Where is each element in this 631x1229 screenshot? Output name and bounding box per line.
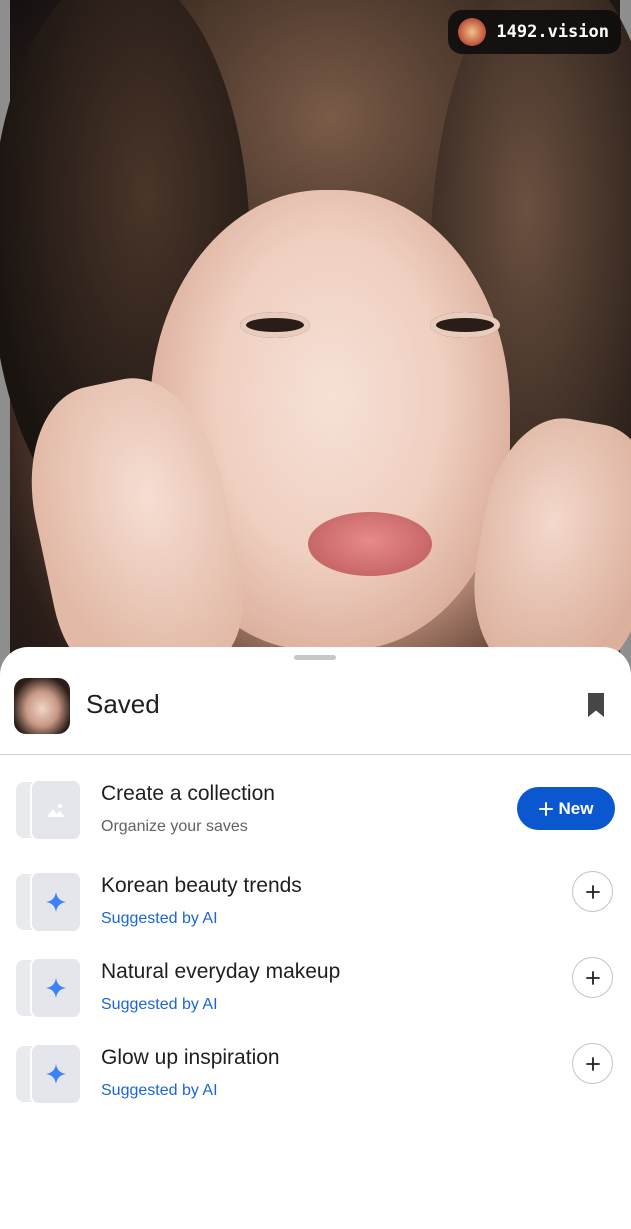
create-collection-subtitle: Organize your saves bbox=[101, 818, 248, 835]
collection-stack-icon bbox=[14, 956, 84, 1020]
collection-stack-icon bbox=[14, 778, 84, 842]
plus-icon bbox=[538, 801, 553, 816]
plus-icon bbox=[585, 884, 600, 899]
sparkle-icon bbox=[46, 1064, 66, 1084]
suggestion-subtitle: Suggested by AI bbox=[101, 910, 218, 927]
pin-thumbnail bbox=[14, 678, 70, 734]
new-button-label: New bbox=[558, 798, 594, 818]
collection-stack-icon bbox=[14, 870, 84, 934]
suggestion-subtitle: Suggested by AI bbox=[101, 1082, 218, 1099]
watermark-text: 1492.vision bbox=[496, 22, 609, 42]
add-to-collection-button[interactable] bbox=[572, 1043, 613, 1084]
add-to-collection-button[interactable] bbox=[572, 871, 613, 912]
watermark-badge: 1492.vision bbox=[448, 10, 621, 54]
suggested-collection-row[interactable]: Natural everyday makeup Suggested by AI bbox=[0, 956, 631, 1026]
sheet-title: Saved bbox=[86, 689, 160, 719]
pin-image[interactable]: 1492.vision bbox=[0, 0, 631, 680]
plus-icon bbox=[585, 1056, 600, 1071]
drag-handle[interactable] bbox=[294, 655, 336, 660]
suggestion-title: Glow up inspiration bbox=[101, 1046, 280, 1069]
portrait-photo bbox=[0, 0, 631, 680]
plus-icon bbox=[585, 970, 600, 985]
suggested-collection-row[interactable]: Glow up inspiration Suggested by AI bbox=[0, 1042, 631, 1112]
save-bottom-sheet: Saved Create a collection Organize your … bbox=[0, 647, 631, 1229]
watermark-logo-icon bbox=[458, 18, 487, 46]
new-collection-button[interactable]: New bbox=[517, 787, 615, 830]
create-collection-row[interactable]: Create a collection Organize your saves … bbox=[0, 778, 631, 848]
bookmark-icon[interactable] bbox=[580, 689, 612, 721]
add-to-collection-button[interactable] bbox=[572, 957, 613, 998]
divider bbox=[0, 754, 631, 755]
image-placeholder-icon bbox=[30, 779, 82, 841]
suggestion-title: Korean beauty trends bbox=[101, 874, 302, 897]
collection-stack-icon bbox=[14, 1042, 84, 1106]
suggestion-title: Natural everyday makeup bbox=[101, 960, 341, 983]
sparkle-icon bbox=[46, 978, 66, 998]
sheet-header: Saved bbox=[0, 675, 631, 737]
suggested-collection-row[interactable]: Korean beauty trends Suggested by AI bbox=[0, 870, 631, 940]
sparkle-icon bbox=[46, 892, 66, 912]
create-collection-title: Create a collection bbox=[101, 782, 275, 805]
suggestion-subtitle: Suggested by AI bbox=[101, 996, 218, 1013]
